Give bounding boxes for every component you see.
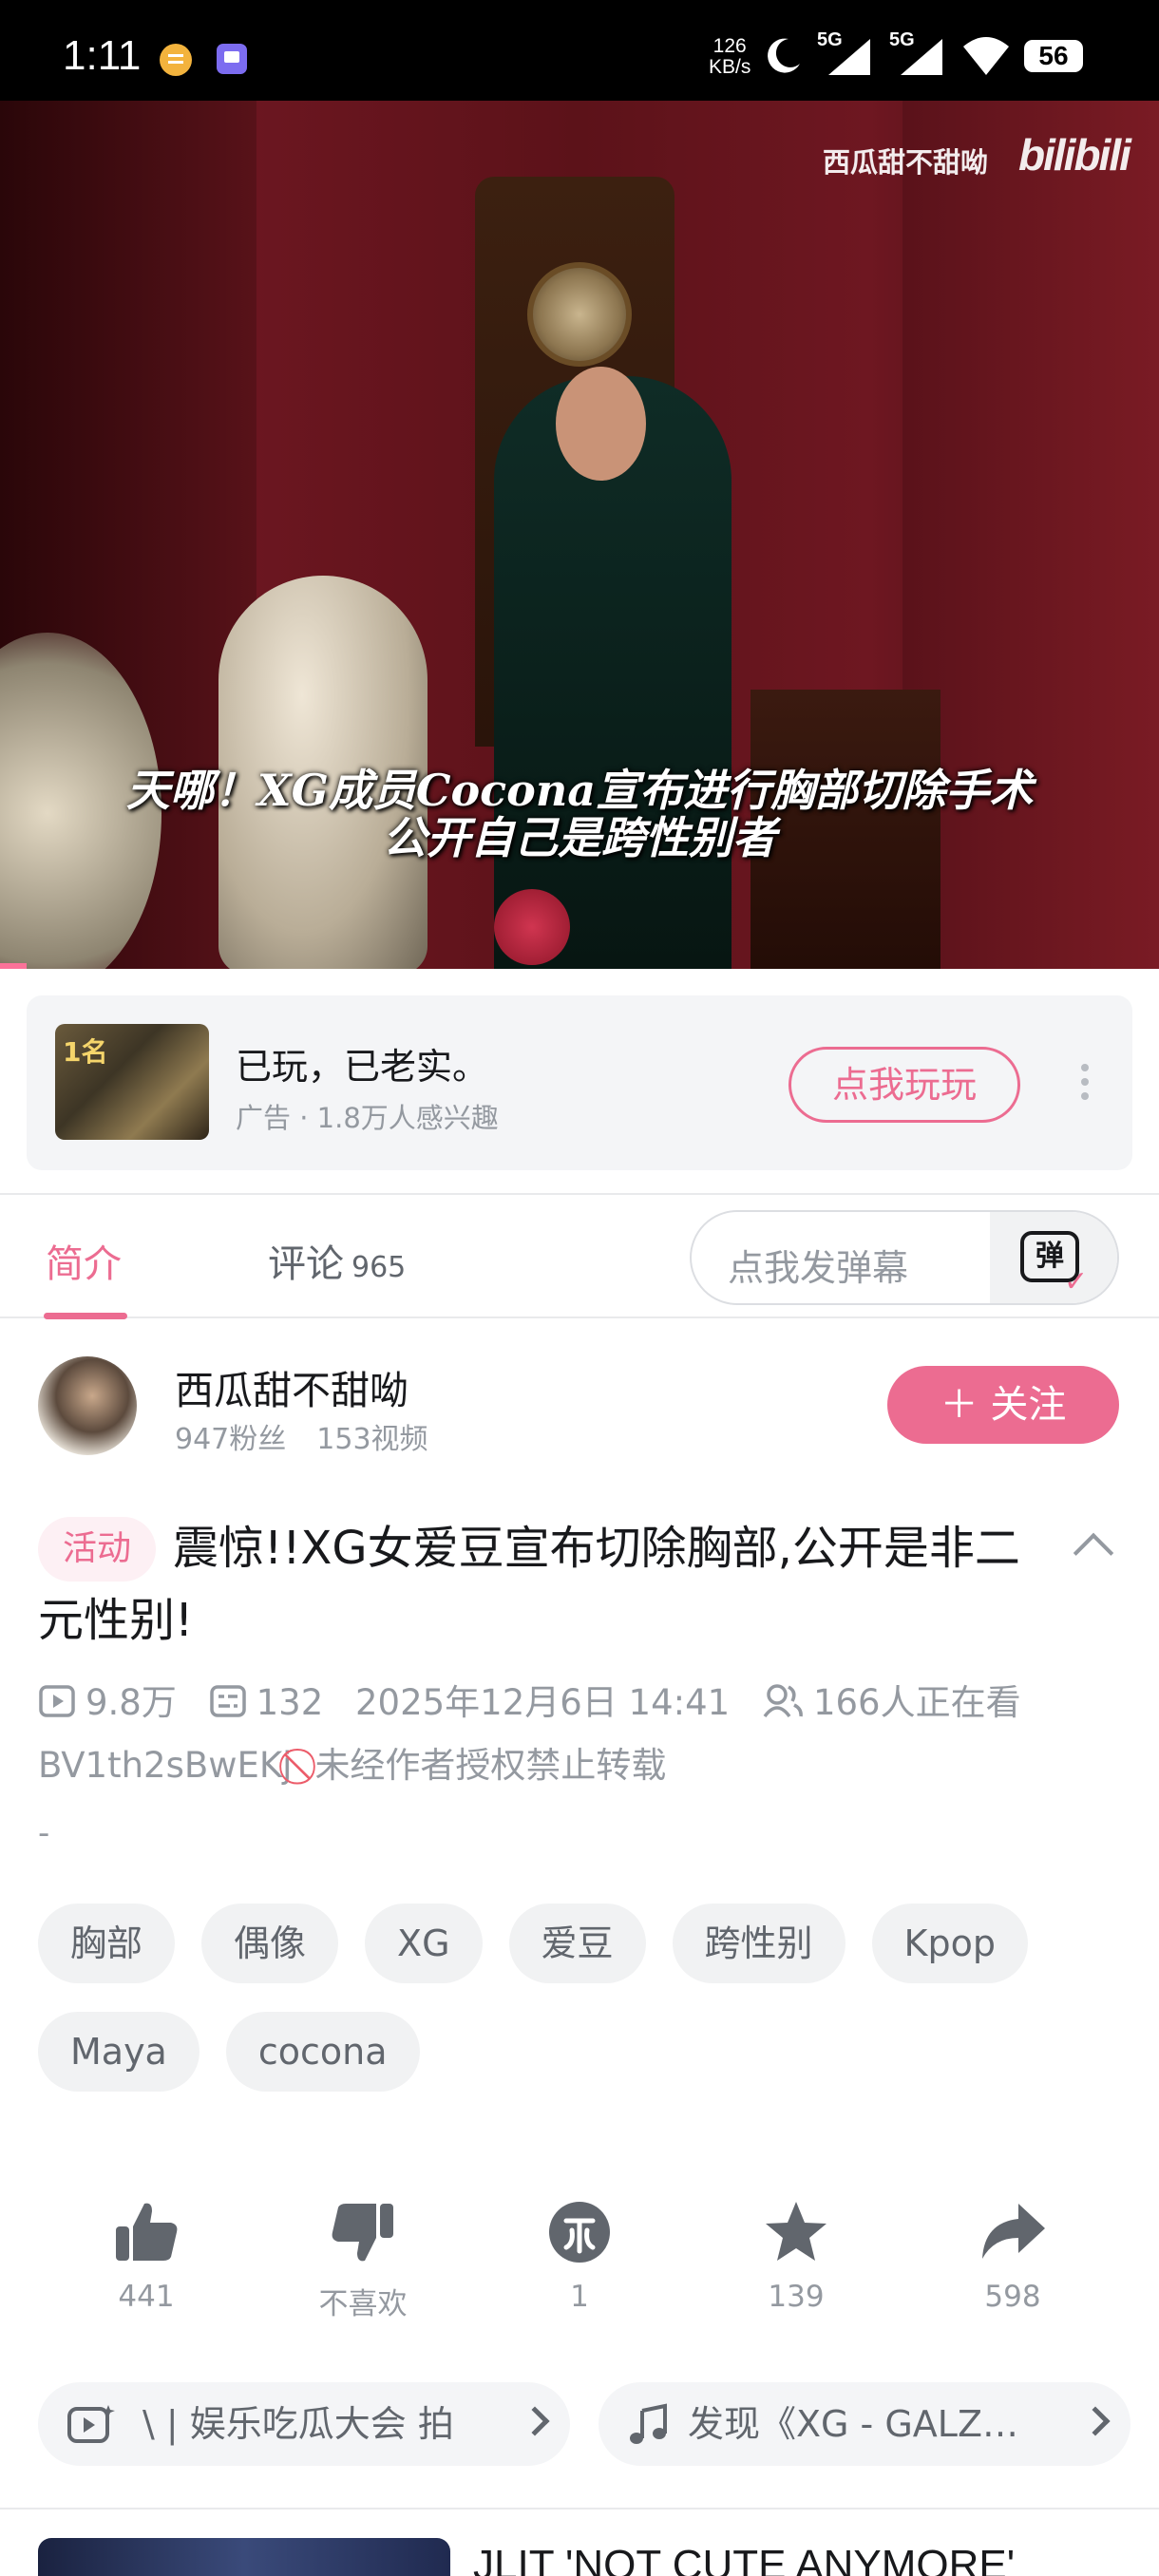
more-options-icon[interactable]: [1072, 1060, 1098, 1106]
signal-label: 5G: [817, 29, 843, 50]
coin-count: 1: [570, 2280, 589, 2314]
follow-button[interactable]: ＋ 关注: [887, 1366, 1119, 1444]
tab-bar: 简介 评论 965 点我发弹幕 弹 ✓: [0, 1193, 1159, 1319]
signal-icon-2: 5G: [889, 29, 948, 79]
play-count-icon: [39, 1685, 75, 1717]
recommended-video-title[interactable]: JLIT 'NOT CUTE ANYMORE': [473, 2542, 1015, 2576]
status-icons: 5G 5G 56: [762, 29, 1083, 80]
recommended-video-thumbnail[interactable]: [38, 2538, 450, 2576]
tag-chip[interactable]: 爱豆: [508, 1904, 646, 1983]
uploader-fans: 947粉丝: [175, 1423, 287, 1456]
action-row: 441 不喜欢 1 139 598: [38, 2196, 1121, 2339]
dislike-button[interactable]: 不喜欢: [268, 2196, 458, 2339]
moon-icon: [768, 38, 800, 73]
uploader-avatar[interactable]: [38, 1356, 137, 1455]
signal-label-2: 5G: [889, 29, 915, 50]
tag-chip[interactable]: 偶像: [201, 1904, 339, 1983]
share-button[interactable]: 598: [918, 2196, 1108, 2339]
tag-chip[interactable]: XG: [365, 1904, 483, 1983]
network-speed: 126 KB/s: [709, 36, 750, 78]
chevron-right-icon: [520, 2406, 550, 2436]
tag-chip[interactable]: Maya: [38, 2012, 200, 2092]
video-person-head: [556, 367, 646, 481]
battery-icon: 56: [1024, 40, 1083, 72]
dislike-label: 不喜欢: [318, 2287, 408, 2321]
favorite-button[interactable]: 139: [701, 2196, 891, 2339]
uploader-stats: 947粉丝 153视频: [175, 1415, 428, 1457]
ad-thumbnail[interactable]: 1名: [55, 1024, 209, 1140]
ad-play-button[interactable]: 点我玩玩: [788, 1047, 1020, 1123]
video-title: 震惊!!XG女爱豆宣布切除胸部,公开是非二元性别!: [38, 1522, 1020, 1647]
video-progress-bar[interactable]: [0, 963, 27, 969]
chevron-up-icon[interactable]: [1070, 1524, 1115, 1569]
activity-link-text: \ | 娱乐吃瓜大会 拍: [142, 2403, 454, 2445]
video-title-block: 活动 震惊!!XG女爱豆宣布切除胸部,公开是非二元性别!: [38, 1512, 1045, 1657]
tag-list: 胸部 偶像 XG 爱豆 跨性别 Kpop Maya cocona: [38, 1904, 1130, 2092]
music-note-icon: [630, 2403, 667, 2444]
uploader-name[interactable]: 西瓜甜不甜呦: [175, 1358, 408, 1415]
video-activity-icon: [67, 2405, 115, 2443]
notification-app-icon-2: [217, 44, 247, 74]
video-watermark: 西瓜甜不甜呦: [823, 146, 989, 179]
tag-chip[interactable]: Kpop: [871, 1904, 1028, 1983]
danmaku-input[interactable]: 点我发弹幕 弹 ✓: [690, 1210, 1119, 1305]
star-icon: [766, 2202, 826, 2261]
share-icon: [982, 2204, 1045, 2259]
status-time: 1:11: [63, 32, 142, 79]
tag-chip[interactable]: 胸部: [38, 1904, 176, 1983]
wifi-icon: [963, 37, 1009, 75]
tab-active-indicator: [44, 1313, 127, 1319]
share-count: 598: [984, 2280, 1041, 2314]
video-clock-face: [527, 262, 632, 367]
uploader-videos: 153视频: [316, 1423, 428, 1456]
like-button[interactable]: 441: [51, 2196, 241, 2339]
ad-subtitle: 广告 · 1.8万人感兴趣: [236, 1102, 499, 1134]
coin-icon: [549, 2202, 610, 2263]
danmaku-count: 132: [256, 1682, 324, 1723]
tag-chip[interactable]: 跨性别: [672, 1904, 846, 1983]
ad-thumbnail-rank: 1名: [63, 1036, 108, 1068]
thumbs-up-icon: [116, 2203, 178, 2261]
tag-chip[interactable]: cocona: [225, 2012, 420, 2092]
danmaku-count-icon: [209, 1685, 246, 1717]
activity-link[interactable]: \ | 娱乐吃瓜大会 拍: [38, 2382, 570, 2466]
activity-tag[interactable]: 活动: [38, 1517, 157, 1582]
video-player[interactable]: 西瓜甜不甜呦 bilibili 天哪！XG成员Cocona宣布进行胸部切除手术 …: [0, 101, 1159, 969]
thumbs-down-icon: [332, 2204, 393, 2262]
watching-icon: [763, 1684, 803, 1718]
ad-title: 已玩，已老实。: [236, 1046, 489, 1088]
video-meta-2: BV1th2sBwEKj⃠未经作者授权禁止转载: [38, 1736, 666, 1788]
divider: [0, 2508, 1159, 2510]
tab-comments-count: 965: [352, 1251, 407, 1284]
notification-app-icon: [160, 44, 192, 76]
favorite-count: 139: [768, 2280, 825, 2314]
coin-button[interactable]: 1: [484, 2196, 674, 2339]
video-subtitle-line2: 公开自己是跨性别者: [383, 812, 776, 863]
like-count: 441: [118, 2280, 175, 2314]
tab-comments-label: 评论: [268, 1242, 344, 1286]
chevron-right-icon: [1080, 2406, 1111, 2436]
copyright-notice: 未经作者授权禁止转载: [314, 1745, 667, 1786]
video-flower: [494, 889, 570, 965]
network-speed-value: 126: [712, 35, 747, 57]
bilibili-logo: bilibili: [1018, 130, 1131, 180]
music-link-text: 发现《XG - GALZ…: [688, 2403, 1018, 2445]
watching-count: 166人正在看: [812, 1682, 1021, 1723]
tab-comments[interactable]: 评论 965: [268, 1233, 406, 1288]
video-subtitle-line1: 天哪！XG成员Cocona宣布进行胸部切除手术: [125, 765, 1034, 816]
bvid[interactable]: BV1th2sBwEKj: [38, 1745, 292, 1786]
publish-time: 2025年12月6日 14:41: [355, 1682, 731, 1723]
tab-intro[interactable]: 简介: [46, 1233, 122, 1288]
check-icon: ✓: [1064, 1265, 1089, 1298]
danmaku-placeholder: 点我发弹幕: [728, 1247, 909, 1289]
status-bar: 1:11 126 KB/s 5G 5G 56: [0, 0, 1159, 101]
signal-icon: 5G: [817, 29, 876, 79]
music-link[interactable]: 发现《XG - GALZ…: [598, 2382, 1130, 2466]
danmaku-toggle-button[interactable]: 弹 ✓: [990, 1212, 1117, 1303]
video-meta: 9.8万 132 2025年12月6日 14:41 166人正在看: [38, 1674, 1021, 1725]
view-count: 9.8万: [86, 1682, 177, 1723]
network-speed-unit: KB/s: [709, 56, 751, 78]
ad-card[interactable]: 1名 已玩，已老实。 广告 · 1.8万人感兴趣 点我玩玩: [27, 995, 1132, 1170]
video-description: -: [38, 1814, 50, 1852]
